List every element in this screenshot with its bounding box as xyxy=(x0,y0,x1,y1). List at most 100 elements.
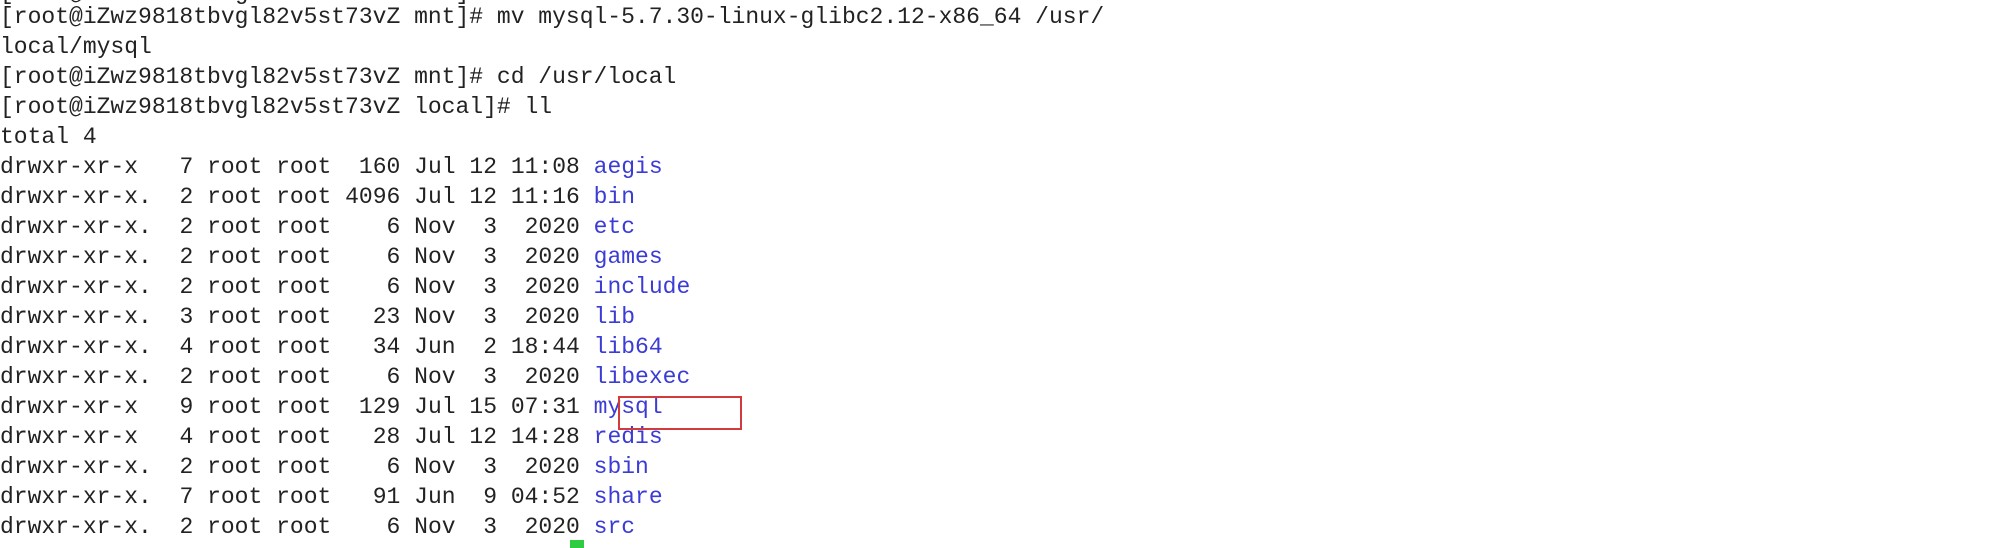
time: 2020 xyxy=(510,364,580,390)
file-size: 34 xyxy=(345,334,401,360)
command-text: ll xyxy=(524,94,553,120)
permissions: drwxr-xr-x. xyxy=(0,244,152,270)
day: 12 xyxy=(469,184,497,210)
group: root xyxy=(276,154,332,180)
link-count: 7 xyxy=(165,484,194,510)
listing-row: drwxr-xr-x 4 root root 28 Jul 12 14:28 r… xyxy=(0,422,1104,452)
file-size: 6 xyxy=(345,214,401,240)
day: 2 xyxy=(469,334,497,360)
link-count: 7 xyxy=(165,154,194,180)
file-size: 4096 xyxy=(345,184,401,210)
directory-name: lib64 xyxy=(593,334,663,360)
command-text: cd /usr/local xyxy=(496,64,677,90)
month: Nov xyxy=(414,304,456,330)
shell-prompt: [root@iZwz9818tbvgl82v5st73vZ local]# xyxy=(0,94,525,120)
owner: root xyxy=(207,364,263,390)
file-size: 6 xyxy=(345,274,401,300)
listing-row: drwxr-xr-x. 2 root root 4096 Jul 12 11:1… xyxy=(0,182,1104,212)
file-size: 91 xyxy=(345,484,401,510)
day: 3 xyxy=(469,214,497,240)
command-line: [root@iZwz9818tbvgl82v5st73vZ local]# ll xyxy=(0,92,1104,122)
link-count: 9 xyxy=(165,394,194,420)
directory-name: src xyxy=(593,514,636,540)
permissions: drwxr-xr-x xyxy=(0,394,152,420)
owner: root xyxy=(207,214,263,240)
group: root xyxy=(276,514,332,540)
file-size: 6 xyxy=(345,364,401,390)
time: 2020 xyxy=(510,214,580,240)
file-size: 6 xyxy=(345,244,401,270)
listing-row-highlighted: drwxr-xr-x 9 root root 129 Jul 15 07:31 … xyxy=(0,392,1104,422)
owner: root xyxy=(207,334,263,360)
file-size: 23 xyxy=(345,304,401,330)
permissions: drwxr-xr-x. xyxy=(0,214,152,240)
listing-row: drwxr-xr-x 7 root root 160 Jul 12 11:08 … xyxy=(0,152,1104,182)
month: Nov xyxy=(414,274,456,300)
listing-row: drwxr-xr-x. 2 root root 6 Nov 3 2020 sbi… xyxy=(0,452,1104,482)
owner: root xyxy=(207,304,263,330)
month: Nov xyxy=(414,214,456,240)
month: Nov xyxy=(414,364,456,390)
day: 15 xyxy=(469,394,497,420)
group: root xyxy=(276,244,332,270)
file-size: 6 xyxy=(345,514,401,540)
link-count: 2 xyxy=(165,244,194,270)
directory-name: libexec xyxy=(593,364,691,390)
total-text: total 4 xyxy=(0,124,97,150)
listing-row: drwxr-xr-x. 2 root root 6 Nov 3 2020 gam… xyxy=(0,242,1104,272)
owner: root xyxy=(207,484,263,510)
day: 3 xyxy=(469,364,497,390)
owner: root xyxy=(207,514,263,540)
permissions: drwxr-xr-x. xyxy=(0,184,152,210)
file-size: 129 xyxy=(345,394,401,420)
link-count: 2 xyxy=(165,514,194,540)
link-count: 2 xyxy=(165,364,194,390)
command-text: mv mysql-5.7.30-linux-glibc2.12-x86_64 /… xyxy=(496,4,1105,30)
month: Jul xyxy=(414,154,456,180)
permissions: drwxr-xr-x. xyxy=(0,334,152,360)
listing-row: drwxr-xr-x. 3 root root 23 Nov 3 2020 li… xyxy=(0,302,1104,332)
time: 2020 xyxy=(510,304,580,330)
time: 04:52 xyxy=(510,484,580,510)
listing-row: drwxr-xr-x. 2 root root 6 Nov 3 2020 src xyxy=(0,512,1104,542)
command-line: [root@iZwz9818tbvgl82v5st73vZ mnt]# cd /… xyxy=(0,62,1104,92)
time: 07:31 xyxy=(510,394,580,420)
month: Jun xyxy=(414,334,456,360)
annotation-highlight-box xyxy=(618,396,742,430)
owner: root xyxy=(207,394,263,420)
month: Jul xyxy=(414,184,456,210)
listing-row: drwxr-xr-x. 2 root root 6 Nov 3 2020 etc xyxy=(0,212,1104,242)
time: 2020 xyxy=(510,454,580,480)
terminal-window[interactable]: [root@iZwz9818tbvgl82v5st73vZ mnt]# ls [… xyxy=(0,0,1999,548)
owner: root xyxy=(207,154,263,180)
directory-name: games xyxy=(593,244,663,270)
month: Nov xyxy=(414,454,456,480)
month: Jul xyxy=(414,424,456,450)
group: root xyxy=(276,334,332,360)
directory-name: etc xyxy=(593,214,636,240)
month: Jul xyxy=(414,394,456,420)
day: 3 xyxy=(469,454,497,480)
time: 18:44 xyxy=(510,334,580,360)
time: 11:08 xyxy=(510,154,580,180)
group: root xyxy=(276,394,332,420)
directory-name: share xyxy=(593,484,663,510)
file-size: 28 xyxy=(345,424,401,450)
permissions: drwxr-xr-x. xyxy=(0,364,152,390)
owner: root xyxy=(207,244,263,270)
month: Nov xyxy=(414,244,456,270)
time: 14:28 xyxy=(510,424,580,450)
time: 11:16 xyxy=(510,184,580,210)
group: root xyxy=(276,274,332,300)
command-continuation: local/mysql xyxy=(0,32,1104,62)
terminal-cursor xyxy=(570,540,584,548)
directory-name: include xyxy=(593,274,691,300)
group: root xyxy=(276,184,332,210)
group: root xyxy=(276,364,332,390)
group: root xyxy=(276,304,332,330)
terminal-output: [root@iZwz9818tbvgl82v5st73vZ mnt]# mv m… xyxy=(0,2,1104,542)
day: 3 xyxy=(469,304,497,330)
permissions: drwxr-xr-x xyxy=(0,424,152,450)
day: 3 xyxy=(469,514,497,540)
day: 12 xyxy=(469,424,497,450)
